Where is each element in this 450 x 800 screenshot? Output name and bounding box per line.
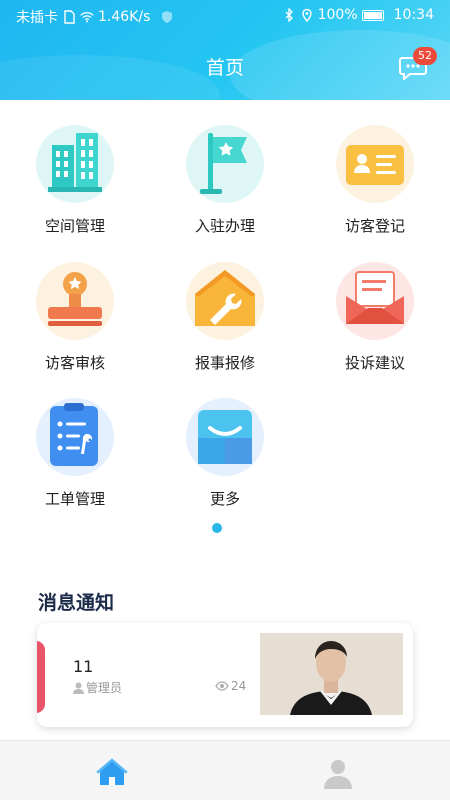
- notification-title: 11: [73, 657, 94, 676]
- grid-item-label: 入驻办理: [194, 217, 255, 235]
- bluetooth-icon: [285, 8, 293, 22]
- repair-house-icon: [195, 270, 255, 326]
- sim-icon: [64, 10, 75, 24]
- bottom-nav: [0, 740, 450, 800]
- location-icon: [301, 8, 312, 22]
- status-right: 100% 10:34: [282, 7, 434, 23]
- grid-item-checkin[interactable]: 入驻办理: [150, 120, 300, 250]
- grid-item-label: 报事报修: [194, 354, 255, 372]
- home-icon: [96, 758, 128, 785]
- message-count-badge: 52: [413, 47, 437, 65]
- icon-background: [36, 262, 114, 340]
- notification-author: 管理员: [73, 679, 122, 696]
- tab-profile[interactable]: [318, 753, 358, 793]
- header: 未插卡 1.46K/s 100% 10:34 首页 52: [0, 0, 450, 100]
- icon-background: [336, 125, 414, 203]
- notification-thumbnail: [260, 633, 403, 715]
- clipboard-icon: [50, 403, 98, 466]
- wifi-icon: [80, 12, 94, 23]
- visitor-card-icon: [346, 145, 404, 185]
- carrier-text: 未插卡: [16, 10, 58, 26]
- grid-item-label: 更多: [209, 490, 240, 508]
- notification-card[interactable]: 11 管理员 24: [37, 623, 413, 727]
- icon-background: [186, 398, 264, 476]
- building-icon: [48, 133, 102, 192]
- network-speed: 1.46K/s: [98, 9, 151, 25]
- grid-item-work-orders[interactable]: 工单管理: [0, 393, 150, 523]
- icon-background: [336, 262, 414, 340]
- app-root: 未插卡 1.46K/s 100% 10:34 首页 52 空间管理 入驻办理 访…: [0, 0, 450, 800]
- status-left: 未插卡 1.46K/s: [16, 7, 174, 27]
- grid-item-label: 访客登记: [344, 217, 405, 235]
- more-icon: [198, 410, 252, 464]
- grid-item-visitor-registration[interactable]: 访客登记: [300, 120, 450, 250]
- battery-text: 100%: [317, 7, 358, 23]
- flag-icon: [200, 133, 247, 194]
- user-icon: [73, 682, 84, 694]
- envelope-icon: [346, 271, 404, 324]
- grid-item-complaints[interactable]: 投诉建议: [300, 257, 450, 387]
- eye-icon: [215, 681, 229, 691]
- stamp-icon: [48, 272, 102, 326]
- tab-home[interactable]: [92, 753, 132, 793]
- portrait-image: [260, 633, 403, 715]
- icon-background: [36, 125, 114, 203]
- grid-item-more[interactable]: 更多: [150, 393, 300, 523]
- grid-item-label: 空间管理: [44, 217, 105, 235]
- icon-background: [186, 125, 264, 203]
- grid-item-repair[interactable]: 报事报修: [150, 257, 300, 387]
- page-indicator-dot: [212, 523, 222, 533]
- card-accent: [37, 641, 45, 713]
- grid-item-space-management[interactable]: 空间管理: [0, 120, 150, 250]
- notification-views: 24: [215, 679, 246, 693]
- user-icon: [324, 760, 352, 789]
- clock: 10:34: [393, 7, 434, 23]
- grid-item-label: 工单管理: [44, 490, 105, 508]
- section-title: 消息通知: [38, 592, 115, 614]
- icon-background: [186, 262, 264, 340]
- icon-background: [36, 398, 114, 476]
- grid-item-visitor-review[interactable]: 访客审核: [0, 257, 150, 387]
- grid-item-label: 访客审核: [44, 354, 105, 372]
- page-title: 首页: [205, 57, 244, 79]
- view-count: 24: [231, 679, 247, 693]
- author-name: 管理员: [86, 681, 123, 695]
- shield-icon: [162, 11, 173, 23]
- status-bar: 未插卡 1.46K/s 100% 10:34: [0, 0, 450, 32]
- grid-item-label: 投诉建议: [344, 354, 405, 372]
- battery-icon: [361, 9, 384, 21]
